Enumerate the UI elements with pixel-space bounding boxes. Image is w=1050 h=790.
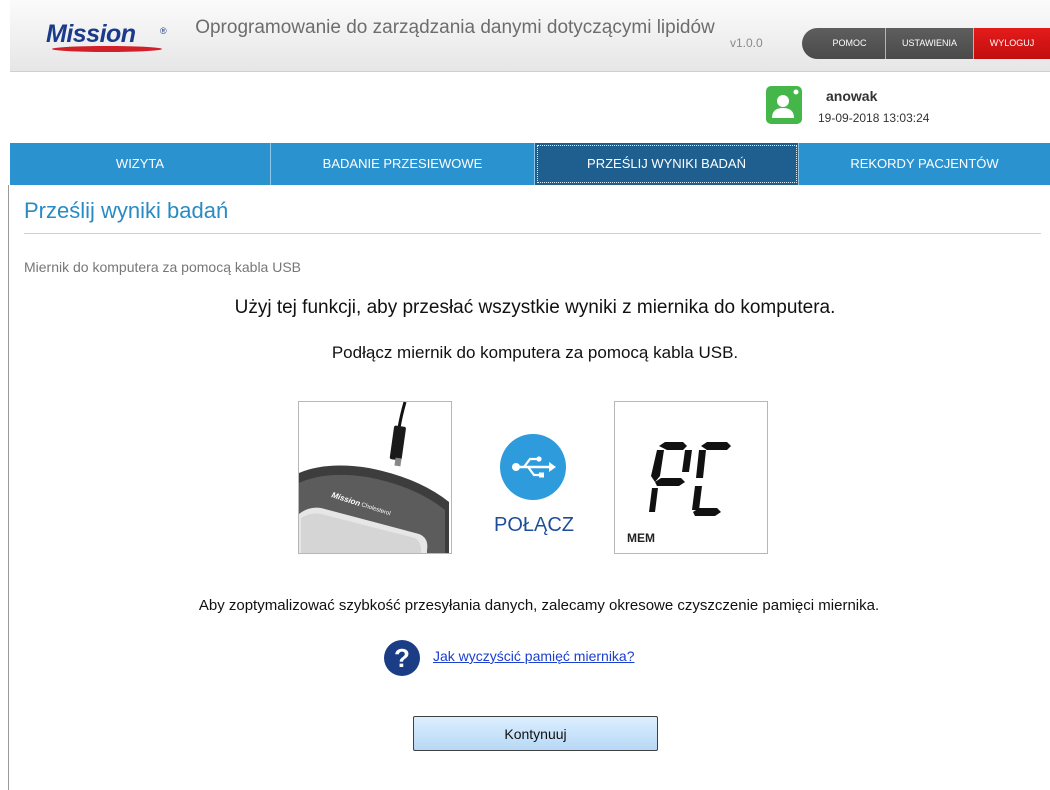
title-divider: [24, 233, 1041, 234]
instruction-primary: Użyj tej funkcji, aby przesłać wszystkie…: [234, 297, 836, 318]
app-version: v1.0.0: [730, 36, 763, 50]
logo-registered-mark: ®: [160, 26, 167, 36]
page-title: Prześlij wyniki badań: [24, 198, 229, 223]
logout-button[interactable]: WYLOGUJ: [974, 28, 1050, 59]
app-window: Mission ® Oprogramowanie do zarządzania …: [0, 0, 1050, 790]
help-button[interactable]: POMOC: [802, 28, 886, 59]
tab-visit[interactable]: WIZYTA: [10, 143, 271, 185]
window-left-border: [8, 185, 9, 790]
user-name: anowak: [826, 88, 878, 104]
page-subtitle: Miernik do komputera za pomocą kabla USB: [24, 259, 302, 275]
logo-swoosh: [52, 46, 162, 52]
tab-patient-records[interactable]: REKORDY PACJENTÓW: [799, 143, 1050, 185]
mission-logo: Mission ®: [46, 20, 176, 52]
meter-device-image: Mission Cholesterol: [298, 401, 452, 554]
settings-button[interactable]: USTAWIENIA: [886, 28, 974, 59]
app-title: Oprogramowanie do zarządzania danymi dot…: [195, 17, 715, 38]
help-link-clear-memory[interactable]: Jak wyczyścić pamięć miernika?: [433, 648, 635, 664]
user-icon: [766, 86, 802, 124]
instruction-secondary: Podłącz miernik do komputera za pomocą k…: [331, 343, 739, 362]
tab-screening[interactable]: BADANIE PRZESIEWOWE: [271, 143, 535, 185]
current-datetime: 19-09-2018 13:03:24: [818, 111, 930, 125]
meter-mem-label: MEM: [627, 531, 655, 545]
user-bar: anowak 19-09-2018 13:03:24: [10, 72, 1050, 143]
question-icon[interactable]: ?: [384, 640, 420, 676]
top-nav: POMOC USTAWIENIA WYLOGUJ: [802, 28, 1050, 59]
tab-upload-results[interactable]: PRZEŚLIJ WYNIKI BADAŃ: [535, 143, 799, 185]
continue-button[interactable]: Kontynuuj: [413, 716, 658, 751]
logo-text: Mission: [46, 20, 136, 48]
connect-label: POŁĄCZ: [494, 514, 575, 536]
app-header: Mission ® Oprogramowanie do zarządzania …: [10, 0, 1050, 72]
main-nav: WIZYTA BADANIE PRZESIEWOWE PRZEŚLIJ WYNI…: [10, 143, 1050, 185]
usb-icon: [500, 434, 566, 500]
meter-display-image: MEM: [614, 401, 768, 554]
cleanup-tip: Aby zoptymalizować szybkość przesyłania …: [198, 597, 880, 614]
